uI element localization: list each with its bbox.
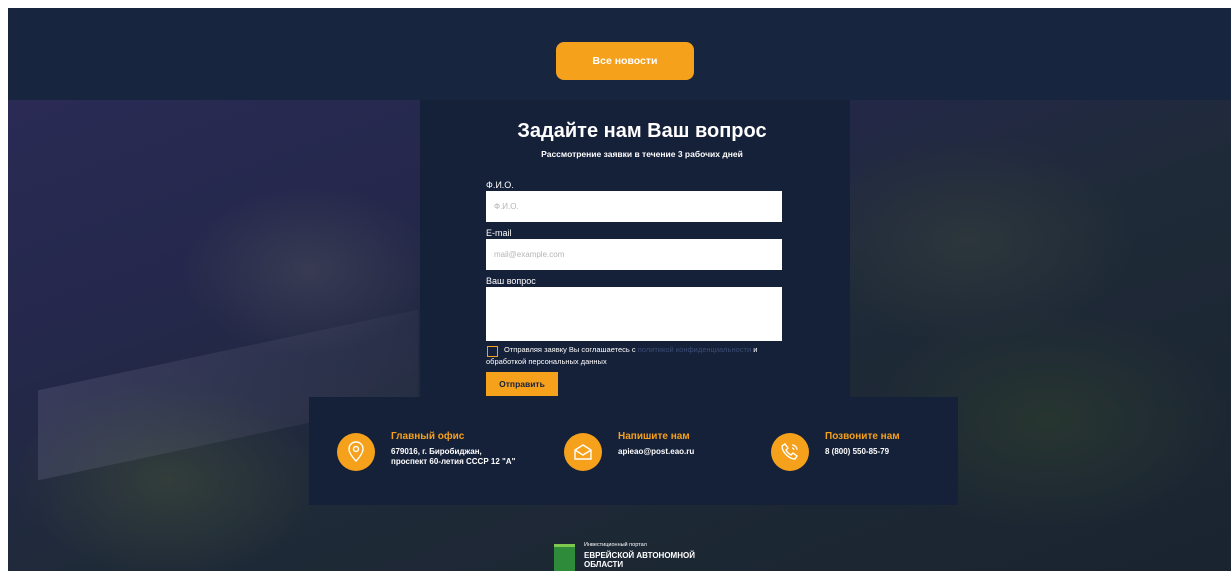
contact-email-address[interactable]: apieao@post.eao.ru [618, 447, 694, 457]
logo-small-text: Инвестиционный портал [584, 542, 647, 548]
page-frame: Все новости Задайте нам Ваш вопрос Рассм… [8, 8, 1231, 571]
form-subtitle: Рассмотрение заявки в течение 3 рабочих … [541, 149, 743, 159]
question-label: Ваш вопрос [486, 276, 536, 286]
email-field[interactable] [486, 239, 782, 270]
contact-office-title: Главный офис [391, 431, 465, 442]
contact-phone-title: Позвоните нам [825, 431, 900, 442]
location-pin-icon [337, 433, 375, 471]
consent-text: Отправляя заявку Вы соглашаетесь с полит… [486, 344, 786, 368]
footer-logo[interactable]: Инвестиционный портал ЕВРЕЙСКОЙ АВТОНОМН… [554, 538, 714, 571]
all-news-button[interactable]: Все новости [556, 42, 694, 80]
contact-email-title: Напишите нам [618, 431, 690, 442]
question-form: Задайте нам Ваш вопрос Рассмотрение заяв… [420, 100, 850, 405]
address-line-2: проспект 60-летия СССР 12 "А" [391, 457, 516, 466]
region-flag-icon [554, 544, 575, 571]
name-label: Ф.И.О. [486, 180, 514, 190]
form-title: Задайте нам Ваш вопрос [517, 120, 767, 142]
consent-prefix: Отправляя заявку Вы соглашаетесь с [504, 345, 638, 354]
logo-big-text: ЕВРЕЙСКОЙ АВТОНОМНОЙ ОБЛАСТИ [584, 551, 695, 569]
contact-phone-number[interactable]: 8 (800) 550-85-79 [825, 447, 889, 457]
address-line-1: 679016, г. Биробиджан, [391, 447, 482, 456]
envelope-icon [564, 433, 602, 471]
phone-icon [771, 433, 809, 471]
submit-button[interactable]: Отправить [486, 372, 558, 396]
contact-office-address: 679016, г. Биробиджан, проспект 60-летия … [391, 447, 515, 467]
consent-checkbox[interactable] [487, 346, 498, 357]
question-textarea[interactable] [486, 287, 782, 341]
contacts-panel: Главный офис 679016, г. Биробиджан, просп… [309, 397, 958, 505]
privacy-policy-link[interactable]: политикой конфиденциальности [638, 345, 751, 354]
top-band: Все новости [8, 8, 1231, 100]
email-label: E-mail [486, 228, 512, 238]
name-field[interactable] [486, 191, 782, 222]
